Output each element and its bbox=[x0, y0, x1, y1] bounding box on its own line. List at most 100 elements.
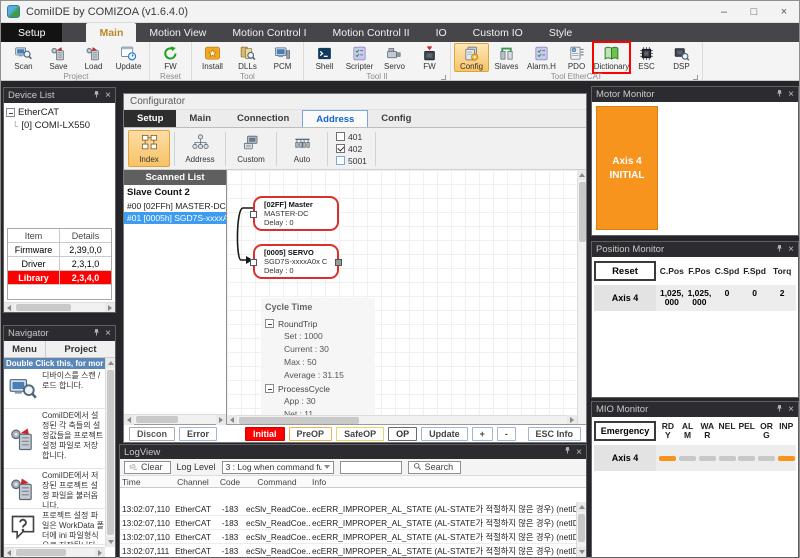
scroll-right-icon[interactable] bbox=[216, 415, 226, 425]
log-row[interactable]: 13:02:07,111EtherCAT-183ecSlv_ReadCoe...… bbox=[120, 544, 576, 557]
tree-expander-icon[interactable] bbox=[6, 108, 15, 117]
tree-node-ethercat[interactable]: EtherCAT bbox=[6, 106, 113, 119]
checkbox-5001[interactable]: 5001 bbox=[336, 156, 367, 166]
state-button-error[interactable]: Error bbox=[179, 427, 217, 441]
close-icon[interactable]: × bbox=[105, 91, 111, 100]
pin-icon[interactable] bbox=[563, 446, 572, 458]
log-row[interactable]: 13:02:07,110EtherCAT-183ecSlv_ReadCoe...… bbox=[120, 516, 576, 530]
ribbon-tab-style[interactable]: Style bbox=[536, 23, 585, 42]
group-expander-icon[interactable] bbox=[693, 75, 698, 80]
ribbon-tab-motion-control-i[interactable]: Motion Control I bbox=[219, 23, 319, 42]
list-item[interactable]: ComiIDE에서 설정된 각 축들의 설정값들을 프로젝트 설정 파일로 저장… bbox=[4, 409, 105, 469]
cycle-group-roundtrip[interactable]: RoundTrip bbox=[265, 317, 371, 330]
ribbon-button-save[interactable]: Save bbox=[41, 43, 76, 72]
ribbon-tab-main[interactable]: Main bbox=[86, 23, 136, 42]
table-row[interactable]: Axis 4 bbox=[594, 445, 796, 471]
scroll-left-icon[interactable] bbox=[4, 548, 14, 558]
ribbon-button-load[interactable]: Load bbox=[76, 43, 111, 72]
horizontal-scrollbar[interactable] bbox=[4, 547, 105, 557]
tab-address[interactable]: Address bbox=[302, 110, 368, 127]
scroll-up-icon[interactable] bbox=[106, 358, 116, 368]
scroll-right-icon[interactable] bbox=[95, 548, 105, 558]
state-button-[interactable]: + bbox=[472, 427, 493, 441]
close-icon[interactable]: × bbox=[576, 448, 582, 457]
ribbon-button-scripter[interactable]: Scripter bbox=[342, 43, 377, 72]
scroll-right-icon[interactable] bbox=[105, 303, 115, 313]
ribbon-tab-motion-control-ii[interactable]: Motion Control II bbox=[320, 23, 423, 42]
ribbon-tab-custom-io[interactable]: Custom IO bbox=[460, 23, 536, 42]
tab-connection[interactable]: Connection bbox=[224, 110, 302, 127]
state-button-update[interactable]: Update bbox=[421, 427, 468, 441]
state-button-op[interactable]: OP bbox=[388, 427, 417, 441]
close-button[interactable]: × bbox=[769, 1, 799, 22]
pin-icon[interactable] bbox=[775, 244, 784, 256]
ribbon-button-dictionary[interactable]: Dictionary bbox=[594, 43, 629, 72]
slave-list-item[interactable]: #01 [0005h] SGD7S-xxxxA0x CoE bbox=[124, 212, 226, 224]
close-icon[interactable]: × bbox=[788, 245, 794, 254]
list-item[interactable]: 프로젝트 설정 파일은 WorkData 폴더에 ini 파일형식으로 저장됩니… bbox=[4, 509, 105, 545]
axis-state-block[interactable]: Axis 4 INITIAL bbox=[596, 106, 658, 230]
ribbon-button-scan[interactable]: Scan bbox=[6, 43, 41, 72]
ribbon-button-slaves[interactable]: Slaves bbox=[489, 43, 524, 72]
view-button-address[interactable]: Address bbox=[179, 130, 221, 167]
state-button-preop[interactable]: PreOP bbox=[289, 427, 333, 441]
tree-node-0-comi-lx550[interactable]: └[0] COMI-LX550 bbox=[6, 119, 113, 132]
ribbon-button-pcm[interactable]: PCM bbox=[265, 43, 300, 72]
ribbon-button-dsp[interactable]: DSP bbox=[664, 43, 699, 72]
minimize-button[interactable]: – bbox=[709, 1, 739, 22]
tab-main[interactable]: Main bbox=[176, 110, 224, 127]
table-row[interactable]: Axis 41,025,0001,025,000002 bbox=[594, 285, 796, 311]
vertical-scrollbar[interactable] bbox=[577, 170, 586, 424]
group-expander-icon[interactable] bbox=[441, 75, 446, 80]
scroll-down-icon[interactable] bbox=[106, 537, 116, 547]
list-item[interactable]: ComiIDE에서 저장된 프로젝트 설정 파일을 불러옵니다. bbox=[4, 469, 105, 509]
horizontal-scrollbar[interactable] bbox=[124, 414, 226, 424]
view-button-custom[interactable]: Custom bbox=[230, 130, 272, 167]
cycle-group-processcycle[interactable]: ProcessCycle bbox=[265, 382, 371, 395]
checkbox-402[interactable]: 402 bbox=[336, 144, 367, 154]
ribbon-button-alarm-h[interactable]: Alarm.H bbox=[524, 43, 559, 72]
scroll-right-icon[interactable] bbox=[567, 415, 577, 424]
table-row[interactable]: Firmware2,39,0,0 bbox=[8, 243, 111, 257]
ribbon-button-shell[interactable]: Shell bbox=[307, 43, 342, 72]
close-icon[interactable]: × bbox=[788, 405, 794, 414]
ribbon-button-servo[interactable]: Servo bbox=[377, 43, 412, 72]
clear-button[interactable]: Clear bbox=[124, 461, 171, 474]
tree-expander-icon[interactable] bbox=[265, 319, 274, 328]
tab-setup[interactable]: Setup bbox=[124, 110, 176, 127]
table-row[interactable]: Driver2,3,1,0 bbox=[8, 257, 111, 271]
search-input[interactable] bbox=[340, 461, 402, 474]
vertical-scrollbar[interactable] bbox=[105, 358, 115, 547]
close-icon[interactable]: × bbox=[105, 329, 111, 338]
ribbon-button-pdo[interactable]: PDO bbox=[559, 43, 594, 72]
tab-config[interactable]: Config bbox=[368, 110, 424, 127]
tree-expander-icon[interactable] bbox=[265, 384, 274, 393]
maximize-button[interactable]: □ bbox=[739, 1, 769, 22]
pin-icon[interactable] bbox=[92, 328, 101, 340]
node-servo[interactable]: [0005] SERVO SGD7S-xxxxA0x C Delay : 0 bbox=[253, 244, 339, 279]
checkbox-401[interactable]: 401 bbox=[336, 132, 367, 142]
vertical-scrollbar[interactable] bbox=[576, 502, 586, 557]
reset-button[interactable]: Reset bbox=[594, 261, 656, 281]
scroll-thumb[interactable] bbox=[16, 304, 71, 311]
ribbon-tab-io[interactable]: IO bbox=[423, 23, 460, 42]
ribbon-tab-motion-view[interactable]: Motion View bbox=[136, 23, 219, 42]
emergency-button[interactable]: Emergency bbox=[594, 421, 656, 441]
horizontal-scrollbar[interactable] bbox=[227, 415, 577, 424]
view-button-index[interactable]: Index bbox=[128, 130, 170, 167]
close-icon[interactable]: × bbox=[788, 90, 794, 99]
state-button-safeop[interactable]: SafeOP bbox=[336, 427, 384, 441]
ribbon-button-dlls[interactable]: DLLs bbox=[230, 43, 265, 72]
scroll-up-icon[interactable] bbox=[577, 170, 586, 180]
pin-icon[interactable] bbox=[775, 89, 784, 101]
state-button-initial[interactable]: Initial bbox=[245, 427, 285, 441]
view-button-auto[interactable]: Auto bbox=[281, 130, 323, 167]
state-button-discon[interactable]: Discon bbox=[129, 427, 175, 441]
pin-icon[interactable] bbox=[775, 404, 784, 416]
node-master[interactable]: [02FF] Master MASTER-DC Delay : 0 bbox=[253, 196, 339, 231]
ribbon-button-update[interactable]: Update bbox=[111, 43, 146, 72]
state-button-[interactable]: - bbox=[497, 427, 516, 441]
table-row[interactable]: Library2,3,4,0 bbox=[8, 271, 111, 285]
pin-icon[interactable] bbox=[92, 90, 101, 102]
scroll-left-icon[interactable] bbox=[227, 415, 237, 424]
